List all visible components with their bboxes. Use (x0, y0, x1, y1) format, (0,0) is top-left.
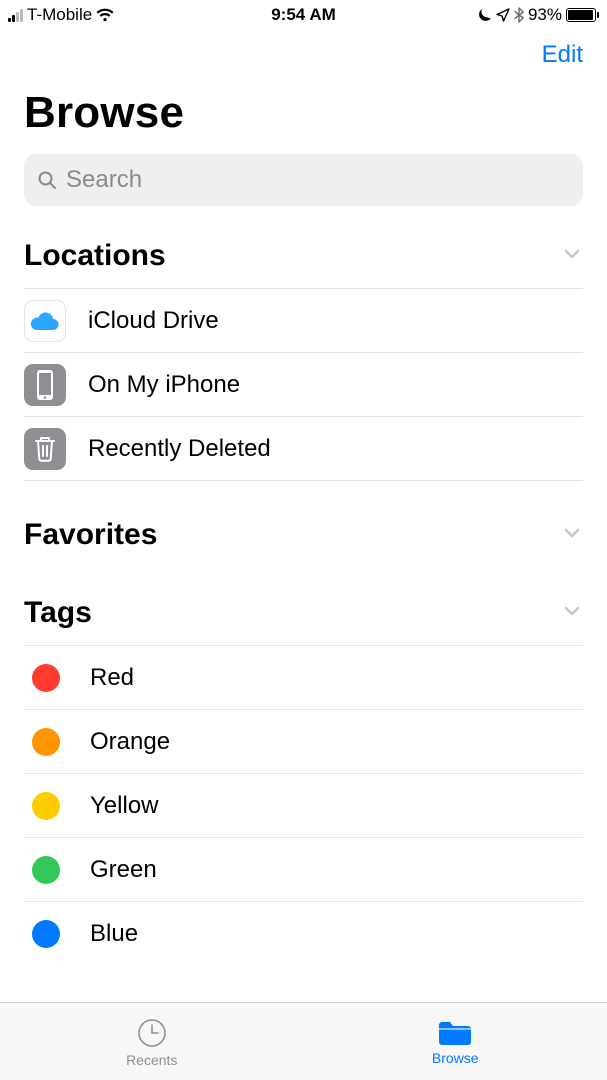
chevron-down-icon (561, 522, 583, 549)
signal-bars-icon (8, 8, 23, 22)
location-label: iCloud Drive (88, 307, 219, 335)
tags-section: Tags Red Orange Yellow Green Blue (0, 581, 607, 966)
locations-list: iCloud Drive On My iPhone Recently Delet… (24, 288, 583, 481)
location-label: On My iPhone (88, 371, 240, 399)
status-bar: T-Mobile 9:54 AM 93% (0, 0, 607, 30)
wifi-icon (96, 8, 114, 22)
edit-button[interactable]: Edit (542, 41, 583, 69)
search-input[interactable]: Search (24, 154, 583, 206)
favorites-section: Favorites (0, 503, 607, 567)
trash-icon (24, 428, 66, 470)
location-icon (496, 8, 510, 22)
tag-orange[interactable]: Orange (24, 710, 583, 774)
do-not-disturb-icon (477, 8, 492, 23)
locations-section: Locations iCloud Drive On My iPhone Rece… (0, 224, 607, 481)
tag-red[interactable]: Red (24, 646, 583, 710)
battery-percent: 93% (528, 5, 562, 25)
tag-label: Yellow (90, 792, 159, 820)
tag-dot-icon (32, 792, 60, 820)
favorites-title: Favorites (24, 518, 157, 552)
tag-green[interactable]: Green (24, 838, 583, 902)
locations-header[interactable]: Locations (24, 224, 583, 288)
tags-title: Tags (24, 596, 92, 630)
tab-browse[interactable]: Browse (304, 1003, 607, 1080)
chevron-down-icon (561, 600, 583, 627)
page-title: Browse (0, 80, 607, 154)
location-icloud-drive[interactable]: iCloud Drive (24, 289, 583, 353)
tag-dot-icon (32, 728, 60, 756)
tags-list: Red Orange Yellow Green Blue (24, 645, 583, 966)
status-right: 93% (477, 5, 599, 25)
tag-dot-icon (32, 664, 60, 692)
location-on-my-iphone[interactable]: On My iPhone (24, 353, 583, 417)
tab-label: Recents (126, 1052, 177, 1068)
tag-label: Red (90, 664, 134, 692)
favorites-header[interactable]: Favorites (24, 503, 583, 567)
search-placeholder: Search (66, 166, 142, 194)
status-left: T-Mobile (8, 5, 114, 25)
tag-dot-icon (32, 856, 60, 884)
location-recently-deleted[interactable]: Recently Deleted (24, 417, 583, 481)
nav-bar: Edit (0, 30, 607, 80)
search-wrap: Search (0, 154, 607, 224)
battery-icon (566, 8, 599, 22)
tag-label: Green (90, 856, 157, 884)
locations-title: Locations (24, 239, 166, 273)
tab-label: Browse (432, 1050, 479, 1066)
tag-yellow[interactable]: Yellow (24, 774, 583, 838)
folder-icon (436, 1018, 474, 1048)
tab-recents[interactable]: Recents (0, 1003, 304, 1080)
bluetooth-icon (514, 7, 524, 23)
status-time: 9:54 AM (271, 5, 336, 25)
tab-bar: Recents Browse (0, 1002, 607, 1080)
tag-label: Blue (90, 920, 138, 948)
icloud-icon (24, 300, 66, 342)
clock-icon (135, 1016, 169, 1050)
tags-header[interactable]: Tags (24, 581, 583, 645)
chevron-down-icon (561, 243, 583, 270)
iphone-icon (24, 364, 66, 406)
tag-dot-icon (32, 920, 60, 948)
carrier-label: T-Mobile (27, 5, 92, 25)
tag-blue[interactable]: Blue (24, 902, 583, 966)
tag-label: Orange (90, 728, 170, 756)
search-icon (36, 169, 58, 191)
location-label: Recently Deleted (88, 435, 271, 463)
